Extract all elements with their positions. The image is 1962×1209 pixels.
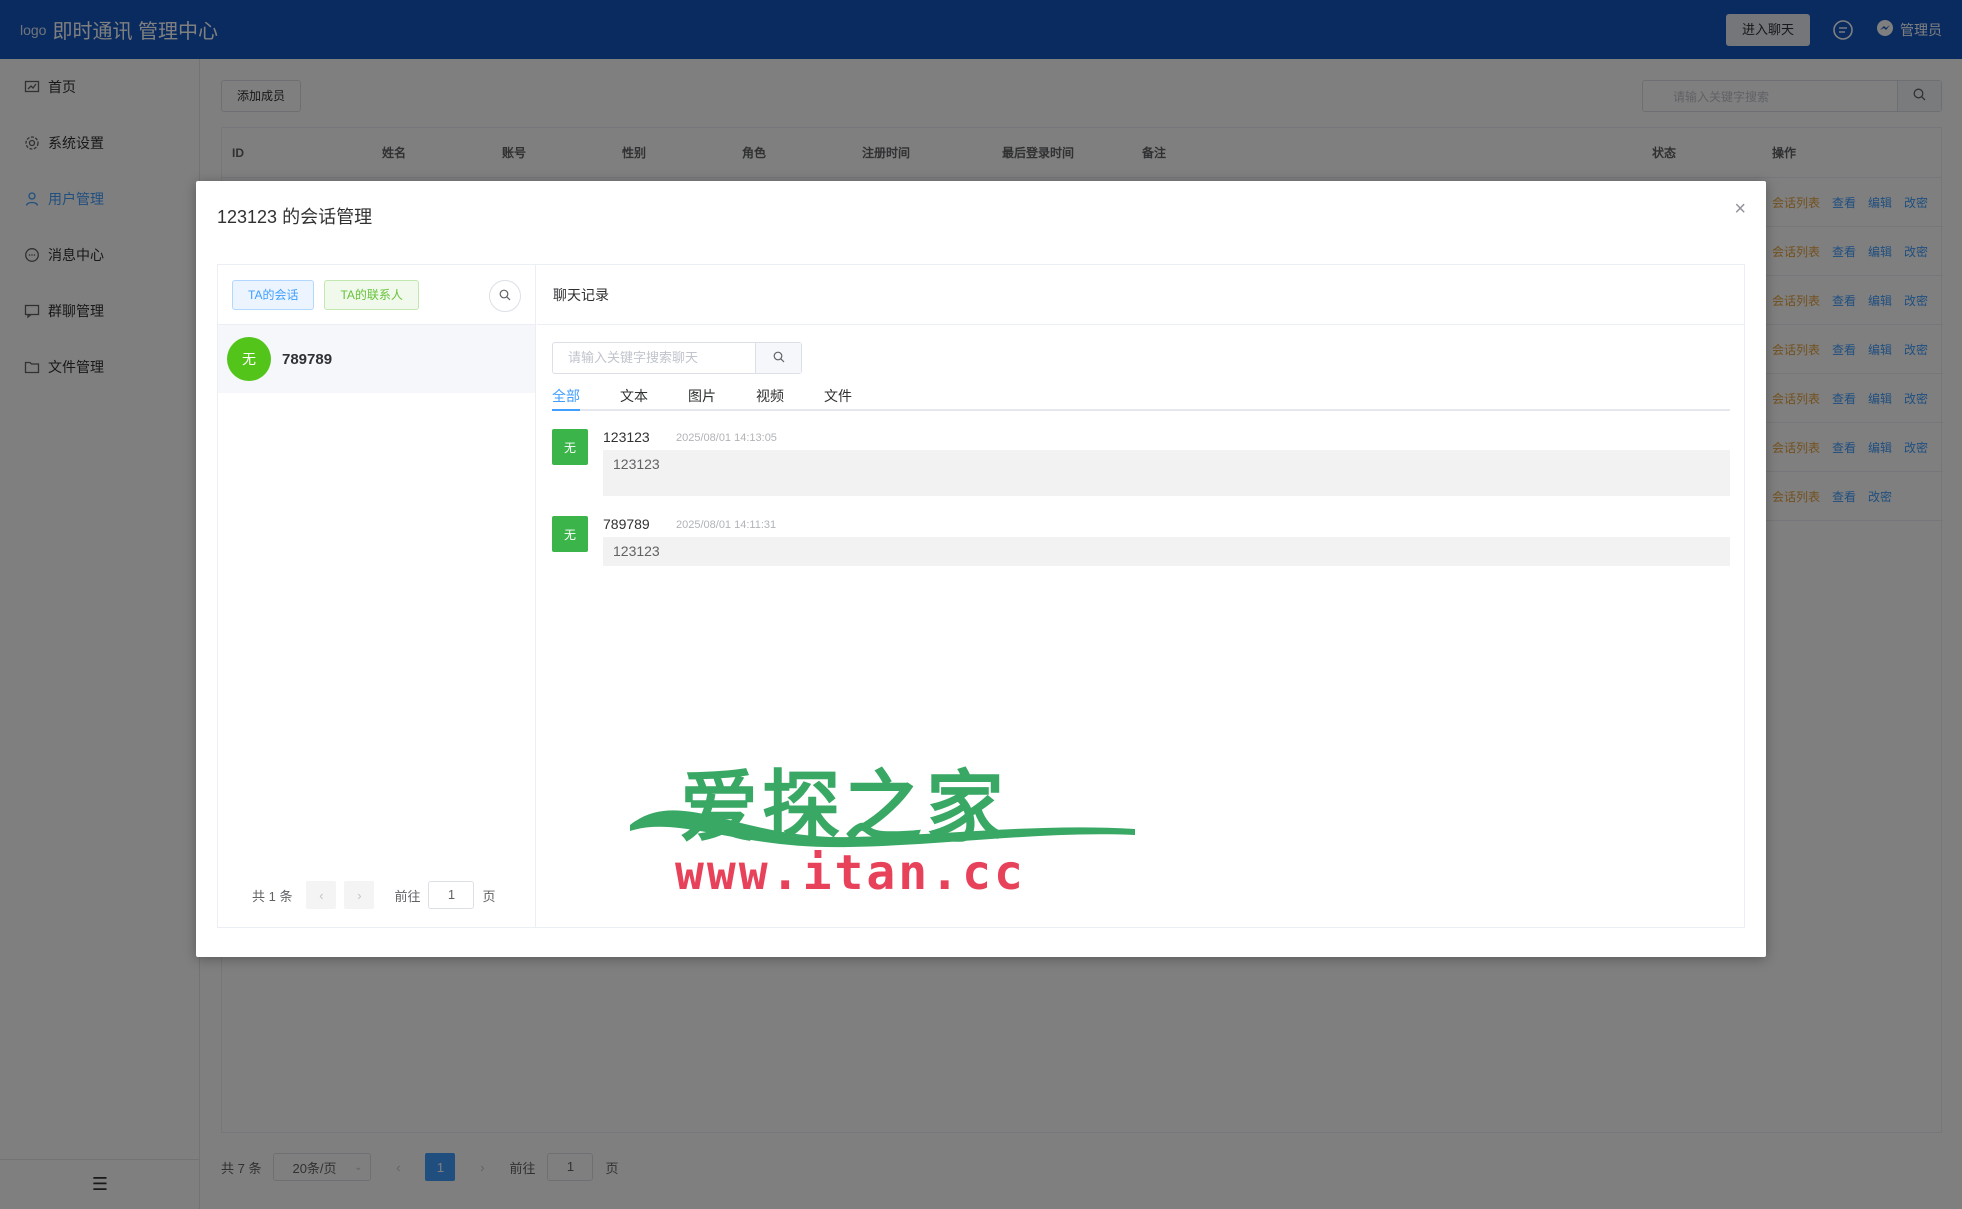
goto-suffix: 页 — [482, 888, 496, 904]
chat-search-box[interactable]: 请输入关键字搜索聊天 — [552, 342, 802, 374]
watermark-url: www.itan.cc — [675, 845, 1026, 901]
message-sender: 789789 — [603, 516, 650, 532]
message-time: 2025/08/01 14:11:31 — [676, 519, 777, 531]
avatar: 无 — [227, 337, 271, 381]
tab-images[interactable]: 图片 — [688, 381, 732, 409]
avatar: 无 — [552, 516, 588, 552]
conversation-name: 789789 — [282, 350, 333, 368]
next-page-button[interactable]: › — [344, 881, 375, 909]
tab-contacts[interactable]: TA的联系人 — [324, 279, 419, 310]
dialog-title: 123123 的会话管理 — [217, 207, 373, 227]
pager-total: 共 1 条 — [252, 888, 293, 904]
conversation-item[interactable]: 无 789789 — [218, 325, 535, 393]
conversation-pagination: 共 1 条 ‹ › 前往 1 页 — [252, 881, 496, 909]
message-item: 无 789789 2025/08/01 14:11:31 123123 — [552, 516, 1730, 568]
avatar: 无 — [552, 429, 588, 465]
tab-text[interactable]: 文本 — [620, 381, 664, 409]
conversation-list-pane: TA的会话 TA的联系人 无 789789 共 1 条 ‹ › 前往 1 页 — [218, 265, 536, 927]
close-icon[interactable]: × — [1734, 199, 1746, 219]
chat-search-button[interactable] — [755, 343, 801, 373]
conversation-tabs: TA的会话 TA的联系人 — [218, 265, 535, 325]
message-content: 123123 — [603, 537, 1730, 566]
watermark: 爱探之家 www.itan.cc — [620, 745, 1140, 901]
prev-page-button[interactable]: ‹ — [306, 881, 337, 909]
tab-sessions[interactable]: TA的会话 — [232, 279, 315, 310]
message-time: 2025/08/01 14:13:05 — [676, 432, 777, 444]
tab-files[interactable]: 文件 — [824, 381, 868, 409]
tab-videos[interactable]: 视频 — [756, 381, 800, 409]
conversation-search-button[interactable] — [489, 280, 521, 312]
goto-page-input[interactable]: 1 — [428, 881, 475, 909]
chat-history-title: 聊天记录 — [537, 265, 1744, 325]
message-content: 123123 — [603, 450, 1730, 496]
watermark-title: 爱探之家 — [680, 762, 1009, 853]
message-type-tabs: 全部 文本 图片 视频 文件 — [552, 381, 1730, 411]
message-sender: 123123 — [603, 429, 650, 445]
message-item: 无 123123 2025/08/01 14:13:05 123123 — [552, 429, 1730, 499]
chat-search-input[interactable]: 请输入关键字搜索聊天 — [553, 343, 755, 373]
search-icon — [773, 350, 785, 366]
search-icon — [499, 288, 511, 304]
tab-all[interactable]: 全部 — [552, 381, 596, 411]
goto-prefix: 前往 — [394, 888, 421, 904]
